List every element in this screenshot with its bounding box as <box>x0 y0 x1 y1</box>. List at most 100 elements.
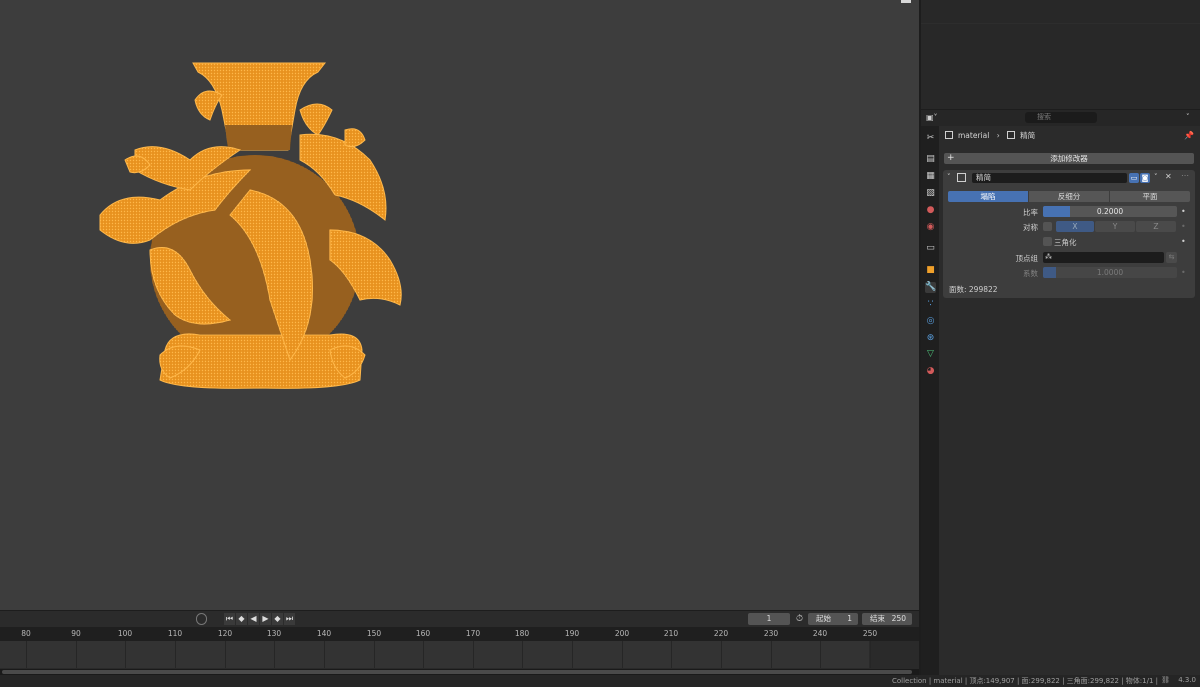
mode-tab-planar[interactable]: 平面 <box>1110 191 1190 202</box>
jump-next-key-icon[interactable]: ◆ <box>272 613 283 625</box>
world-tab-icon[interactable]: ◉ <box>925 222 936 233</box>
end-frame-field[interactable]: 结束 250 <box>862 613 912 625</box>
physics-tab-icon[interactable]: ◎ <box>925 316 936 327</box>
timeline-tick-label: 110 <box>167 629 183 638</box>
timeline-tick-label: 120 <box>217 629 233 638</box>
outliner-panel[interactable] <box>921 0 1200 109</box>
timeline-gridline <box>671 641 672 668</box>
stopwatch-icon[interactable]: ⏱ <box>796 614 803 624</box>
timeline-gridline <box>76 641 77 668</box>
vase-mesh[interactable] <box>0 0 919 610</box>
jump-end-icon[interactable]: ⏭ <box>284 613 295 625</box>
particles-tab-icon[interactable]: ∵ <box>925 299 936 310</box>
breadcrumb-modifier[interactable]: 精简 <box>1020 131 1035 140</box>
drag-handle-icon[interactable]: ⋯ <box>1181 171 1189 180</box>
timeline-gridline <box>473 641 474 668</box>
pin-icon[interactable]: 📌 <box>1184 131 1194 140</box>
keyframe-autokey-toggle[interactable] <box>196 613 207 625</box>
axis-y-button[interactable]: Y <box>1095 221 1135 232</box>
constraints-tab-icon[interactable]: ⊛ <box>925 333 936 344</box>
decimate-modifier-panel <box>943 170 1195 298</box>
status-info: Collection | material | 顶点:149,907 | 面:2… <box>891 677 1158 685</box>
keyframe-dot-icon[interactable]: • <box>1181 237 1186 246</box>
editor-type-menu[interactable]: ▣˅ <box>926 112 944 123</box>
object-tab-icon[interactable]: ■ <box>925 265 936 276</box>
scene-tab-icon[interactable]: ● <box>925 205 936 216</box>
invert-toggle-icon[interactable]: ⇆ <box>1166 252 1177 263</box>
start-frame-value: 1 <box>847 614 852 623</box>
triangulate-checkbox[interactable] <box>1043 237 1052 246</box>
symmetry-checkbox[interactable] <box>1043 222 1052 231</box>
breadcrumb-object[interactable]: material <box>958 131 989 140</box>
network-icon: ⛓ <box>1161 676 1170 684</box>
timeline-tick-label: 180 <box>514 629 530 638</box>
factor-label: 系数 <box>1023 269 1038 278</box>
dropdown-chevron-icon[interactable]: ˅ <box>1154 173 1158 181</box>
modifier-icon <box>1007 131 1016 139</box>
breadcrumb-separator-icon: › <box>996 131 1000 140</box>
timeline-tick-label: 100 <box>117 629 133 638</box>
ratio-slider[interactable]: 0.2000 <box>1043 206 1177 217</box>
render-tab-icon[interactable]: ▤ <box>925 154 936 165</box>
3d-viewport[interactable] <box>0 0 919 610</box>
axis-x-button[interactable]: X <box>1056 221 1094 232</box>
play-reverse-icon[interactable]: ◀ <box>248 613 259 625</box>
collapse-chevron-icon[interactable]: ˅ <box>947 173 951 181</box>
timeline-tick-label: 140 <box>316 629 332 638</box>
properties-search-input[interactable]: 搜索 <box>1025 112 1097 123</box>
modifier-tab-icon[interactable]: 🔧 <box>925 282 936 293</box>
object-icon <box>945 131 953 139</box>
factor-value: 1.0000 <box>1096 268 1124 277</box>
timeline-gridline <box>423 641 424 668</box>
keyframe-dot-icon[interactable]: • <box>1181 268 1186 277</box>
data-tab-icon[interactable]: ▽ <box>925 349 936 360</box>
outliner-divider <box>921 23 1200 24</box>
timeline-gridline <box>572 641 573 668</box>
viewport-corner-handle[interactable] <box>901 0 911 3</box>
timeline-frame-range <box>0 641 869 668</box>
timeline-gridline <box>522 641 523 668</box>
timeline-gridline <box>26 641 27 668</box>
vertex-group-field[interactable] <box>1043 252 1164 263</box>
jump-prev-key-icon[interactable]: ◆ <box>236 613 247 625</box>
view-layer-tab-icon[interactable]: ▧ <box>925 188 936 199</box>
version-label: 4.3.0 <box>1178 676 1196 684</box>
current-frame-field[interactable]: 1 <box>748 613 790 625</box>
keyframe-dot-icon[interactable]: • <box>1181 207 1186 216</box>
collection-tab-icon[interactable]: ▭ <box>925 243 936 254</box>
timeline-tick-label: 200 <box>614 629 630 638</box>
tool-tab-icon[interactable]: ✂ <box>925 133 936 144</box>
factor-slider[interactable]: 1.0000 <box>1043 267 1177 278</box>
mode-tab-collapse[interactable]: 塌陷 <box>948 191 1028 202</box>
jump-start-icon[interactable]: ⏮ <box>224 613 235 625</box>
modifier-name-field[interactable]: 精简 <box>972 173 1127 183</box>
timeline-gridline <box>324 641 325 668</box>
timeline-gridline <box>622 641 623 668</box>
output-tab-icon[interactable]: ▦ <box>925 171 936 182</box>
timeline-tick-label: 160 <box>415 629 431 638</box>
show-viewport-icon[interactable]: ▭ <box>1129 173 1139 183</box>
start-frame-field[interactable]: 起始 1 <box>808 613 858 625</box>
timeline-scroll-thumb[interactable] <box>2 670 912 674</box>
timeline-tick-label: 90 <box>71 629 81 638</box>
timeline-tick-label: 210 <box>663 629 679 638</box>
chevron-down-icon[interactable]: ˅ <box>1186 113 1190 121</box>
material-tab-icon[interactable]: ◕ <box>925 366 936 377</box>
timeline-tick-label: 220 <box>713 629 729 638</box>
timeline-gridline <box>274 641 275 668</box>
close-icon[interactable]: ✕ <box>1165 172 1172 181</box>
axis-z-button[interactable]: Z <box>1136 221 1176 232</box>
show-render-icon[interactable]: ◙ <box>1140 173 1150 183</box>
face-count: 面数: 299822 <box>949 285 998 294</box>
keyframe-dot-icon[interactable]: • <box>1181 222 1186 231</box>
add-modifier-button[interactable]: 添加修改器 <box>944 153 1194 164</box>
timeline-tick-label: 80 <box>21 629 31 638</box>
start-frame-label: 起始 <box>816 614 831 623</box>
vertex-group-label: 顶点组 <box>1015 254 1039 263</box>
ratio-slider-fill <box>1043 206 1070 217</box>
timeline-ruler[interactable] <box>0 627 919 641</box>
mode-tab-unsubdivide[interactable]: 反细分 <box>1029 191 1109 202</box>
timeline-gridline <box>721 641 722 668</box>
play-icon[interactable]: ▶ <box>260 613 271 625</box>
breadcrumb: material › 精简 <box>945 130 1035 142</box>
